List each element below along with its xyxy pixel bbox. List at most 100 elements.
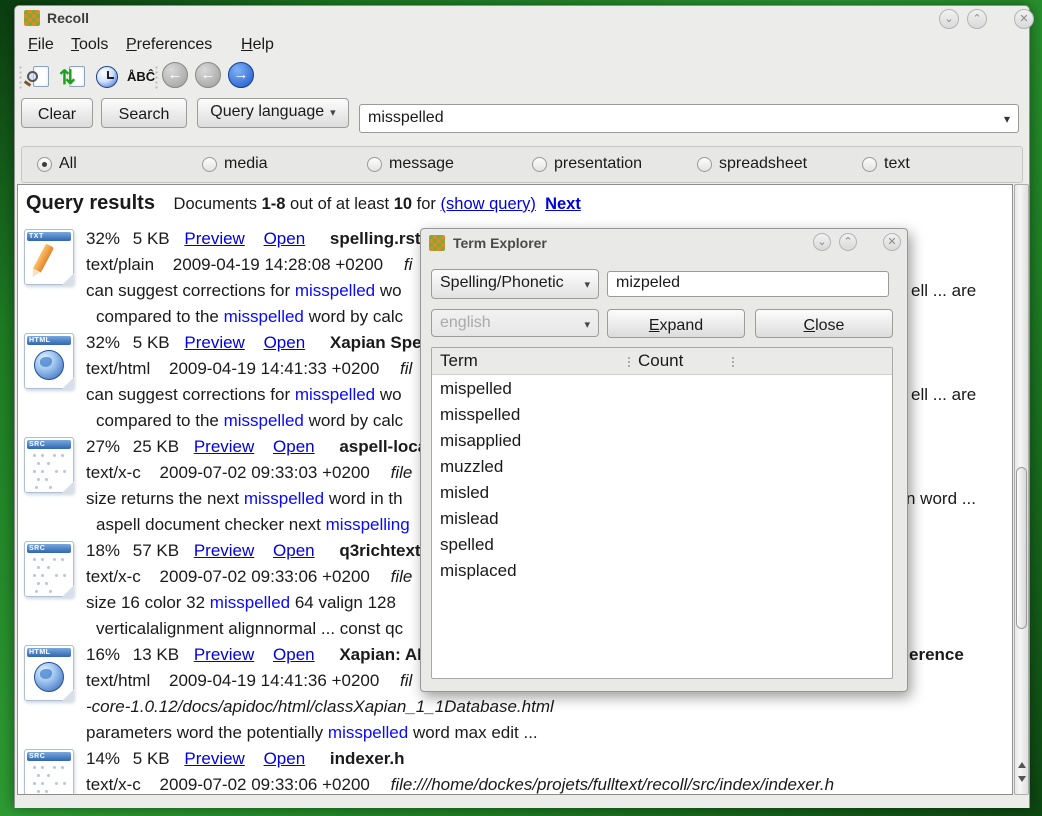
scroll-up-arrow[interactable]	[1018, 762, 1026, 768]
menu-help[interactable]: Help	[239, 33, 276, 57]
column-count[interactable]: Count	[638, 351, 683, 371]
chevron-down-icon: ▾	[584, 318, 590, 331]
search-icon	[27, 71, 38, 82]
term-row[interactable]: spelled	[432, 533, 892, 559]
term-explorer-dialog: Term Explorer ⌄ ⌃ ✕ Spelling/Phonetic ▾ …	[420, 228, 908, 692]
query-input[interactable]: misspelled ▾	[359, 104, 1019, 133]
dialog-title-bar[interactable]: Term Explorer ⌄ ⌃ ✕	[421, 229, 907, 257]
scrollbar-thumb[interactable]	[1016, 467, 1027, 629]
column-resize-handle[interactable]	[732, 356, 734, 368]
search-row: Clear Search Query language▾ misspelled …	[15, 98, 1029, 140]
src-file-icon: SRC	[24, 541, 74, 597]
tool-bar: ⇅ ÅBĈ ← ← →	[15, 60, 1029, 98]
results-total: 10	[394, 195, 412, 213]
menu-preferences[interactable]: Preferences	[124, 33, 214, 57]
term-row[interactable]: misapplied	[432, 429, 892, 455]
show-preview-button[interactable]	[25, 63, 55, 93]
expansion-mode-select[interactable]: Spelling/Phonetic ▾	[431, 269, 599, 299]
toolbar-separator	[155, 65, 158, 91]
dialog-minimize-button[interactable]: ⌄	[813, 233, 831, 251]
term-explorer-button[interactable]: ÅBĈ	[125, 63, 155, 93]
preview-link[interactable]: Preview	[184, 749, 244, 768]
menu-bar: File Tools Preferences Help	[15, 31, 1029, 60]
term-input[interactable]: mizpeled	[607, 271, 889, 297]
minimize-button[interactable]: ⌄	[939, 9, 959, 29]
radio-icon	[697, 157, 712, 172]
column-term[interactable]: Term	[440, 351, 478, 371]
results-title: Query results	[26, 192, 155, 214]
category-filter-panel: All media message presentation spreadshe…	[21, 146, 1023, 183]
history-button[interactable]	[93, 63, 123, 93]
maximize-button[interactable]: ⌃	[967, 9, 987, 29]
radio-icon	[862, 157, 877, 172]
preview-link[interactable]: Preview	[194, 437, 254, 456]
term-row[interactable]: mislead	[432, 507, 892, 533]
clipped-text-fragment: ell ... are	[911, 281, 976, 301]
search-mode-select[interactable]: Query language▾	[197, 98, 349, 128]
up-down-arrows-icon: ⇅	[59, 65, 76, 90]
clipped-title-fragment: erence	[909, 645, 964, 665]
expand-button[interactable]: Expand	[607, 309, 745, 338]
txt-file-icon: TXT	[24, 229, 74, 285]
preview-link[interactable]: Preview	[184, 229, 244, 248]
results-header: Query results Documents 1-8 out of at le…	[26, 192, 581, 215]
dialog-close-button[interactable]: ✕	[883, 233, 901, 251]
term-row[interactable]: mispelled	[432, 377, 892, 403]
html-file-icon: HTML	[24, 333, 74, 389]
term-row[interactable]: misled	[432, 481, 892, 507]
menu-tools[interactable]: Tools	[69, 33, 110, 57]
preview-link[interactable]: Preview	[184, 333, 244, 352]
html-file-icon: HTML	[24, 645, 74, 701]
preview-link[interactable]: Preview	[194, 645, 254, 664]
close-button[interactable]: ✕	[1014, 9, 1034, 29]
results-scrollbar[interactable]	[1014, 184, 1029, 795]
scroll-down-arrow[interactable]	[1018, 776, 1026, 782]
previous-page-button[interactable]: ←	[195, 62, 221, 88]
term-table: Term Count mispelled misspelled misappli…	[431, 347, 893, 679]
open-link[interactable]: Open	[273, 541, 315, 560]
doc-title: spelling.rst	[330, 229, 421, 248]
open-link[interactable]: Open	[273, 645, 315, 664]
dialog-maximize-button[interactable]: ⌃	[839, 233, 857, 251]
dialog-title: Term Explorer	[453, 235, 547, 251]
doc-title: indexer.h	[330, 749, 405, 768]
radio-icon	[202, 157, 217, 172]
next-page-button[interactable]: →	[228, 62, 254, 88]
open-link[interactable]: Open	[264, 229, 306, 248]
column-resize-handle[interactable]	[628, 356, 630, 368]
term-row[interactable]: misspelled	[432, 403, 892, 429]
term-row[interactable]: misplaced	[432, 559, 892, 585]
open-link[interactable]: Open	[264, 333, 306, 352]
open-link[interactable]: Open	[264, 749, 306, 768]
results-range: 1-8	[262, 195, 286, 213]
clipped-text-fragment: ell ... are	[911, 385, 976, 405]
recoll-logo-icon	[429, 235, 445, 251]
term-row[interactable]: muzzled	[432, 455, 892, 481]
chevron-down-icon: ▾	[584, 278, 590, 291]
first-page-button[interactable]: ←	[162, 62, 188, 88]
menu-file[interactable]: File	[26, 33, 56, 57]
clear-button[interactable]: Clear	[21, 98, 93, 128]
chevron-down-icon: ▾	[330, 107, 336, 119]
src-file-icon: SRC	[24, 437, 74, 493]
preview-link[interactable]: Preview	[194, 541, 254, 560]
open-link[interactable]: Open	[273, 437, 315, 456]
show-query-link[interactable]: (show query)	[441, 195, 536, 213]
clock-icon	[96, 66, 118, 88]
spellcheck-abc-icon: ÅBĈ	[127, 69, 155, 84]
search-button[interactable]: Search	[101, 98, 187, 128]
term-table-header[interactable]: Term Count	[432, 348, 892, 375]
recoll-logo-icon	[24, 10, 40, 26]
title-bar[interactable]: Recoll ⌄ ⌃ ✕	[15, 6, 1029, 31]
sort-by-dates-button[interactable]: ⇅	[59, 63, 89, 93]
result-row: SRC 14% 5 KB Preview Open indexer.h text…	[18, 747, 1008, 795]
toolbar-separator	[19, 65, 22, 91]
src-file-icon: SRC	[24, 749, 74, 795]
radio-icon	[532, 157, 547, 172]
chevron-down-icon: ▾	[1004, 112, 1010, 126]
language-select[interactable]: english ▾	[431, 309, 599, 337]
window-title: Recoll	[47, 10, 89, 26]
clipped-text-fragment: n word ...	[906, 489, 976, 509]
dialog-close-action-button[interactable]: Close	[755, 309, 893, 338]
next-page-link[interactable]: Next	[545, 195, 581, 213]
